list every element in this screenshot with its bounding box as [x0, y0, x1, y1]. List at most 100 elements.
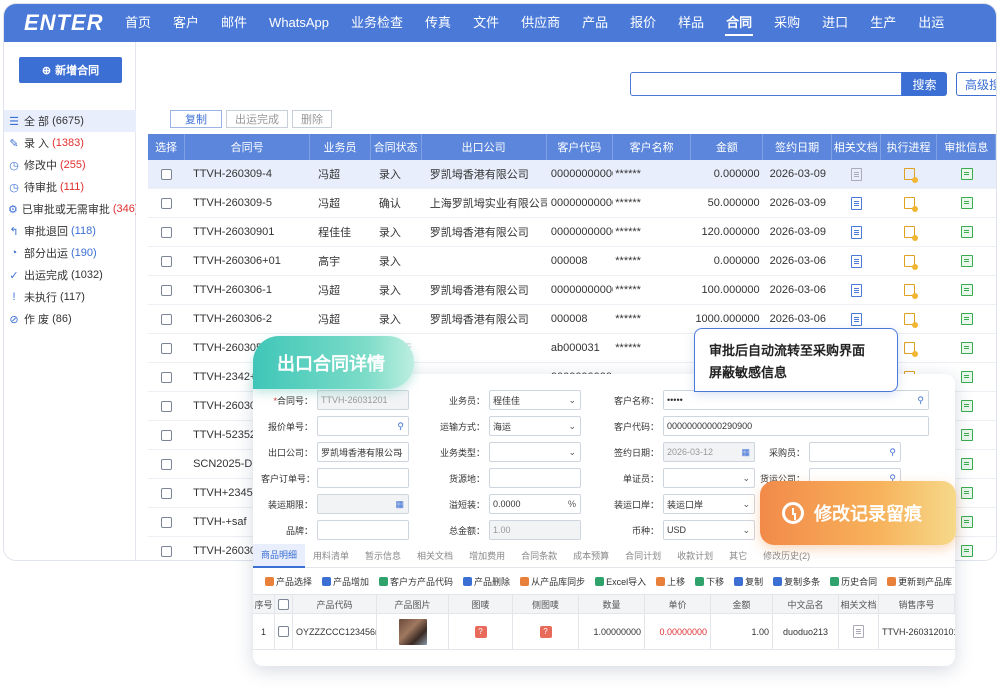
approval-cell[interactable]	[937, 276, 996, 304]
customer_name-input[interactable]: ••••• ⚲	[663, 390, 929, 410]
select-cell[interactable]	[148, 334, 185, 362]
contract-no[interactable]: TTVH-260306-2	[185, 305, 310, 333]
contract-no[interactable]: TTVH-260309-4	[185, 160, 310, 188]
column-header[interactable]: 客户代码	[547, 134, 614, 160]
row-checkbox[interactable]	[278, 626, 289, 637]
product-checkbox-cell[interactable]	[275, 614, 293, 649]
status-item[interactable]: ◷ 待审批 (111)	[4, 176, 136, 198]
tool-button[interactable]: 下移	[695, 575, 724, 588]
progress-cell[interactable]	[881, 247, 938, 275]
select-cell[interactable]	[148, 392, 185, 420]
row-checkbox[interactable]	[161, 284, 173, 296]
nav-item-0[interactable]: 首页	[114, 4, 162, 42]
table-row[interactable]: TTVH-260309-4 冯超 录入 罗凯坶香港有限公司 00000000000(**…	[148, 160, 996, 189]
select-cell[interactable]	[148, 247, 185, 275]
table-row[interactable]: TTVH-260306+01 高宇 录入 000008 ****** 0.000000 20…	[148, 247, 996, 276]
delete-button[interactable]: 删除	[292, 110, 332, 128]
product-column-header[interactable]: 序号	[253, 595, 275, 613]
row-checkbox[interactable]	[161, 487, 173, 499]
overflow-input[interactable]: 0.0000%	[489, 494, 581, 514]
doc-cell[interactable]	[832, 247, 881, 275]
progress-cell[interactable]	[881, 160, 938, 188]
column-header[interactable]: 执行进程	[881, 134, 938, 160]
select-cell[interactable]	[148, 537, 185, 560]
brand-input[interactable]	[317, 520, 409, 540]
row-checkbox[interactable]	[161, 197, 173, 209]
row-checkbox[interactable]	[161, 342, 173, 354]
select-cell[interactable]	[148, 450, 185, 478]
contract-no[interactable]: TTVH-260306+01	[185, 247, 310, 275]
tool-button[interactable]: 产品增加	[322, 575, 369, 588]
nav-item-8[interactable]: 产品	[571, 4, 619, 42]
tool-button[interactable]: 产品删除	[463, 575, 510, 588]
tool-button[interactable]: 复制	[734, 575, 763, 588]
nav-item-14[interactable]: 生产	[859, 4, 907, 42]
detail-tab[interactable]: 增加费用	[461, 544, 513, 568]
product-column-header[interactable]: 单价	[645, 595, 711, 613]
side-mark-cell[interactable]: ?	[513, 614, 579, 649]
select-cell[interactable]	[148, 218, 185, 246]
copy-button[interactable]: 复制	[170, 110, 222, 128]
approval-cell[interactable]	[937, 305, 996, 333]
column-header[interactable]: 合同号	[185, 134, 311, 160]
row-checkbox[interactable]	[161, 255, 173, 267]
nav-item-5[interactable]: 传真	[414, 4, 462, 42]
detail-tab[interactable]: 修改历史(2)	[755, 544, 818, 568]
status-item[interactable]: ◔ 部分出运 (190)	[4, 242, 136, 264]
tool-button[interactable]: 更新到产品库	[887, 575, 952, 588]
approval-cell[interactable]	[937, 247, 996, 275]
detail-tab[interactable]: 用料清单	[305, 544, 357, 568]
row-checkbox[interactable]	[161, 429, 173, 441]
select-cell[interactable]	[148, 508, 185, 536]
column-header[interactable]: 金额	[691, 134, 764, 160]
row-checkbox[interactable]	[161, 458, 173, 470]
search-button[interactable]: 搜索	[902, 72, 947, 96]
progress-cell[interactable]	[881, 218, 938, 246]
detail-tab[interactable]: 相关文档	[409, 544, 461, 568]
nav-item-3[interactable]: WhatsApp	[258, 4, 340, 42]
status-item[interactable]: ◷ 修改中 (255)	[4, 154, 136, 176]
approval-cell[interactable]	[937, 334, 996, 362]
progress-cell[interactable]	[881, 189, 938, 217]
detail-tab[interactable]: 收款计划	[669, 544, 721, 568]
detail-tab[interactable]: 商品明细	[253, 543, 306, 568]
contract-no[interactable]: TTVH-26030901	[185, 218, 310, 246]
row-checkbox[interactable]	[161, 516, 173, 528]
select-cell[interactable]	[148, 189, 185, 217]
nav-item-1[interactable]: 客户	[162, 4, 210, 42]
tool-button[interactable]: 产品选择	[265, 575, 312, 588]
nav-item-2[interactable]: 邮件	[210, 4, 258, 42]
mark-cell[interactable]: ?	[449, 614, 513, 649]
doc-cell[interactable]	[832, 276, 881, 304]
product-column-header[interactable]: 图唛	[449, 595, 513, 613]
sales-input[interactable]: 程佳佳 ⌄	[489, 390, 581, 410]
advanced-search-button[interactable]: 高级搜	[956, 72, 996, 96]
column-header[interactable]: 相关文档	[832, 134, 881, 160]
biz_type-input[interactable]: ⌄	[489, 442, 581, 462]
status-item[interactable]: ✓ 出运完成 (1032)	[4, 264, 136, 286]
progress-cell[interactable]	[881, 276, 938, 304]
product-column-header[interactable]: 销售序号	[879, 595, 955, 613]
row-checkbox[interactable]	[161, 226, 173, 238]
product-column-header[interactable]: 侧图唛	[513, 595, 579, 613]
nav-item-9[interactable]: 报价	[619, 4, 667, 42]
select-cell[interactable]	[148, 363, 185, 391]
detail-tab[interactable]: 成本预算	[565, 544, 617, 568]
detail-tab[interactable]: 其它	[721, 544, 755, 568]
row-checkbox[interactable]	[161, 400, 173, 412]
nav-item-7[interactable]: 供应商	[510, 4, 571, 42]
select-cell[interactable]	[148, 160, 185, 188]
tool-button[interactable]: 客户方产品代码	[379, 575, 453, 588]
tool-button[interactable]: 上移	[656, 575, 685, 588]
status-item[interactable]: ↰ 审批退回 (118)	[4, 220, 136, 242]
table-row[interactable]: TTVH-260309-5 冯超 确认 上海罗凯坶实业有限公司00000000000(…	[148, 189, 996, 218]
product-column-header[interactable]: 相关文档	[839, 595, 879, 613]
voucher-input[interactable]: ⌄	[663, 468, 755, 488]
doc-cell[interactable]	[839, 614, 879, 649]
select-cell[interactable]	[148, 421, 185, 449]
doc-cell[interactable]	[832, 189, 881, 217]
product-column-header[interactable]: 中文品名	[773, 595, 839, 613]
source-input[interactable]	[489, 468, 581, 488]
column-header[interactable]: 客户名称	[613, 134, 692, 160]
nav-item-11[interactable]: 合同	[715, 4, 763, 42]
